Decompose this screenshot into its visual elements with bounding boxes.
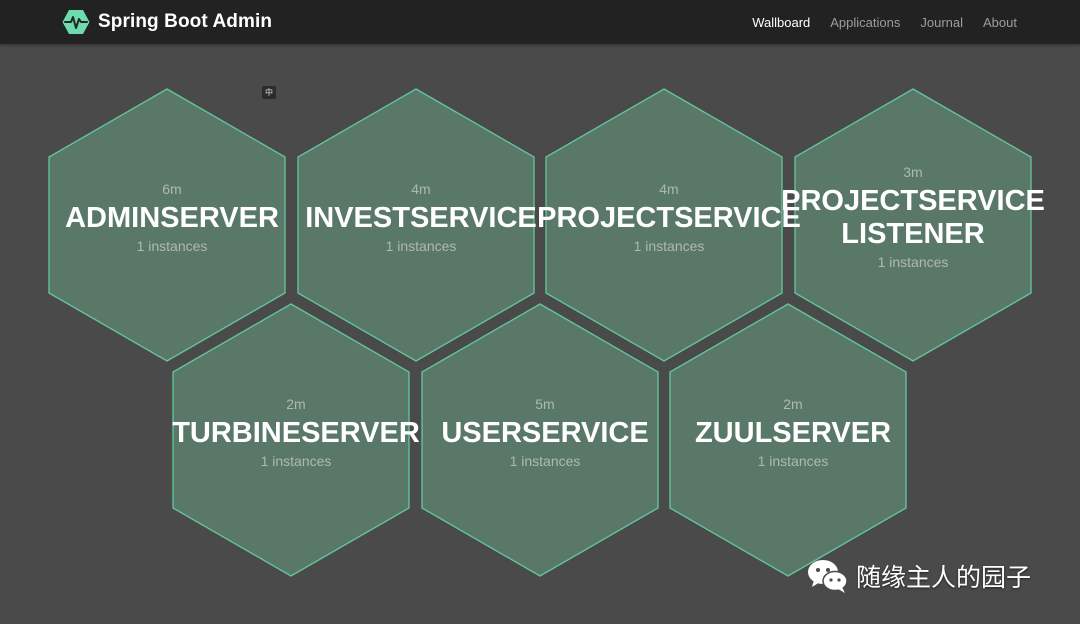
app-instances: 1 instances [633, 238, 705, 254]
app-name: ZUULSERVER [694, 417, 892, 449]
watermark-text: 随缘主人的园子 [856, 563, 1032, 592]
app-uptime: 2m [286, 396, 306, 412]
app-uptime: 4m [659, 181, 679, 197]
app-uptime: 3m [903, 164, 923, 180]
app-instances: 1 instances [260, 453, 332, 469]
app-uptime: 5m [535, 396, 555, 412]
app-card-turbineserver[interactable]: 2m TURBINESERVER 1 instances [156, 395, 436, 470]
app-uptime: 6m [162, 181, 182, 197]
app-instances: 1 instances [136, 238, 208, 254]
app-instances: 1 instances [877, 254, 949, 270]
app-card-projectservice[interactable]: 4m PROJECTSERVICE 1 instances [529, 180, 809, 255]
app-card-adminserver[interactable]: 6m ADMINSERVER 1 instances [32, 180, 312, 255]
app-instances: 1 instances [385, 238, 457, 254]
wallboard-grid [48, 88, 1032, 577]
ime-indicator: 中 [262, 86, 276, 99]
app-card-projectservice-listener[interactable]: 3m PROJECTSERVICE LISTENER 1 instances [773, 163, 1053, 271]
app-card-investservice[interactable]: 4m INVESTSERVICE 1 instances [281, 180, 561, 255]
watermark: 随缘主人的园子 [806, 556, 1031, 596]
app-name: ADMINSERVER [65, 202, 279, 234]
app-name: PROJECTSERVICE [537, 202, 801, 234]
app-name: USERSERVICE [441, 417, 649, 449]
app-name: INVESTSERVICE [305, 202, 537, 234]
wechat-icon [808, 560, 848, 593]
app-name: TURBINESERVER [172, 417, 420, 449]
app-instances: 1 instances [757, 453, 829, 469]
app-card-userservice[interactable]: 5m USERSERVICE 1 instances [405, 395, 685, 470]
app-card-zuulserver[interactable]: 2m ZUULSERVER 1 instances [653, 395, 933, 470]
app-uptime: 4m [411, 181, 431, 197]
app-instances: 1 instances [509, 453, 581, 469]
app-name: PROJECTSERVICE LISTENER [781, 185, 1045, 250]
app-uptime: 2m [783, 396, 803, 412]
